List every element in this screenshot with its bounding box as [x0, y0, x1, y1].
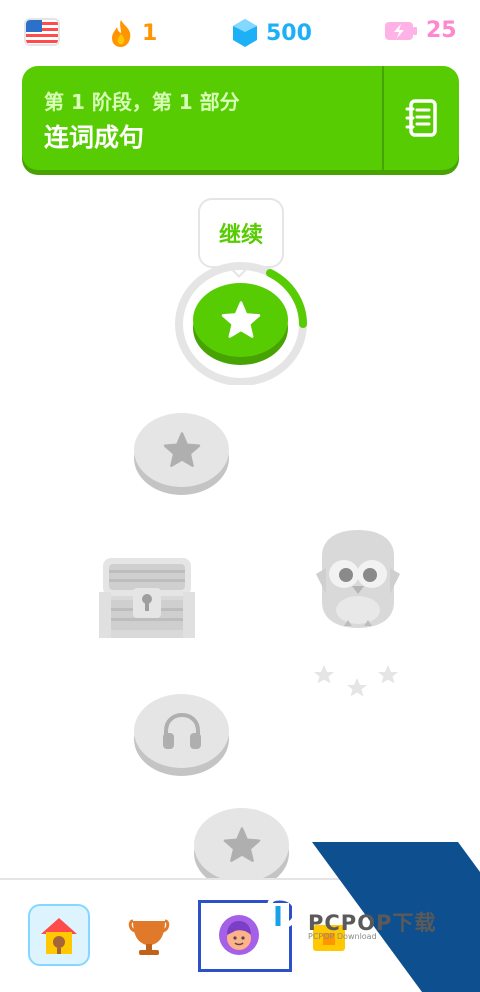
unit-subtitle: 第 1 阶段，第 1 部分: [44, 90, 240, 114]
battery-icon: [385, 21, 417, 40]
us-flag-icon: [24, 18, 60, 46]
treasure-chest-icon[interactable]: [95, 552, 199, 640]
nav-leaderboard-tab[interactable]: [118, 904, 180, 966]
locked-lesson-node[interactable]: [134, 413, 229, 487]
star-icon: [223, 827, 260, 862]
watermark-subtext: PCPOP Download: [308, 932, 377, 941]
gems-counter[interactable]: 500: [232, 18, 312, 48]
home-icon: [41, 918, 77, 954]
continue-tooltip[interactable]: 继续: [198, 198, 284, 268]
watermark-logo-icon: [267, 896, 299, 936]
unit-title: 连词成句: [44, 123, 145, 152]
gems-count: 500: [266, 20, 312, 46]
owl-mascot-icon: [316, 530, 400, 628]
star-icon: [221, 301, 260, 338]
nav-home-tab[interactable]: [28, 904, 90, 966]
streak-count: 1: [142, 20, 158, 46]
continue-label: 继续: [218, 223, 263, 248]
top-stats-bar: 1 500 25: [0, 0, 480, 64]
star-icon: [163, 432, 200, 467]
guidebook-button[interactable]: [384, 66, 459, 170]
active-lesson-node[interactable]: [193, 283, 288, 357]
energy-counter[interactable]: 25: [384, 18, 457, 43]
course-flag-button[interactable]: [24, 18, 60, 46]
headphones-icon: [162, 712, 201, 749]
flame-icon: [112, 20, 131, 47]
avatar-icon: [219, 915, 259, 955]
unit-header[interactable]: 第 1 阶段，第 1 部分 连词成句: [22, 66, 459, 170]
locked-lesson-node[interactable]: [194, 808, 289, 882]
listening-lesson-node[interactable]: [134, 694, 229, 768]
streak-counter[interactable]: 1: [108, 18, 157, 48]
nav-profile-tab[interactable]: [208, 904, 270, 966]
owl-stars-decoration: [314, 665, 398, 697]
trophy-icon: [128, 919, 170, 955]
energy-count: 25: [426, 18, 457, 43]
notebook-icon: [405, 99, 437, 137]
gem-icon: [233, 19, 257, 47]
